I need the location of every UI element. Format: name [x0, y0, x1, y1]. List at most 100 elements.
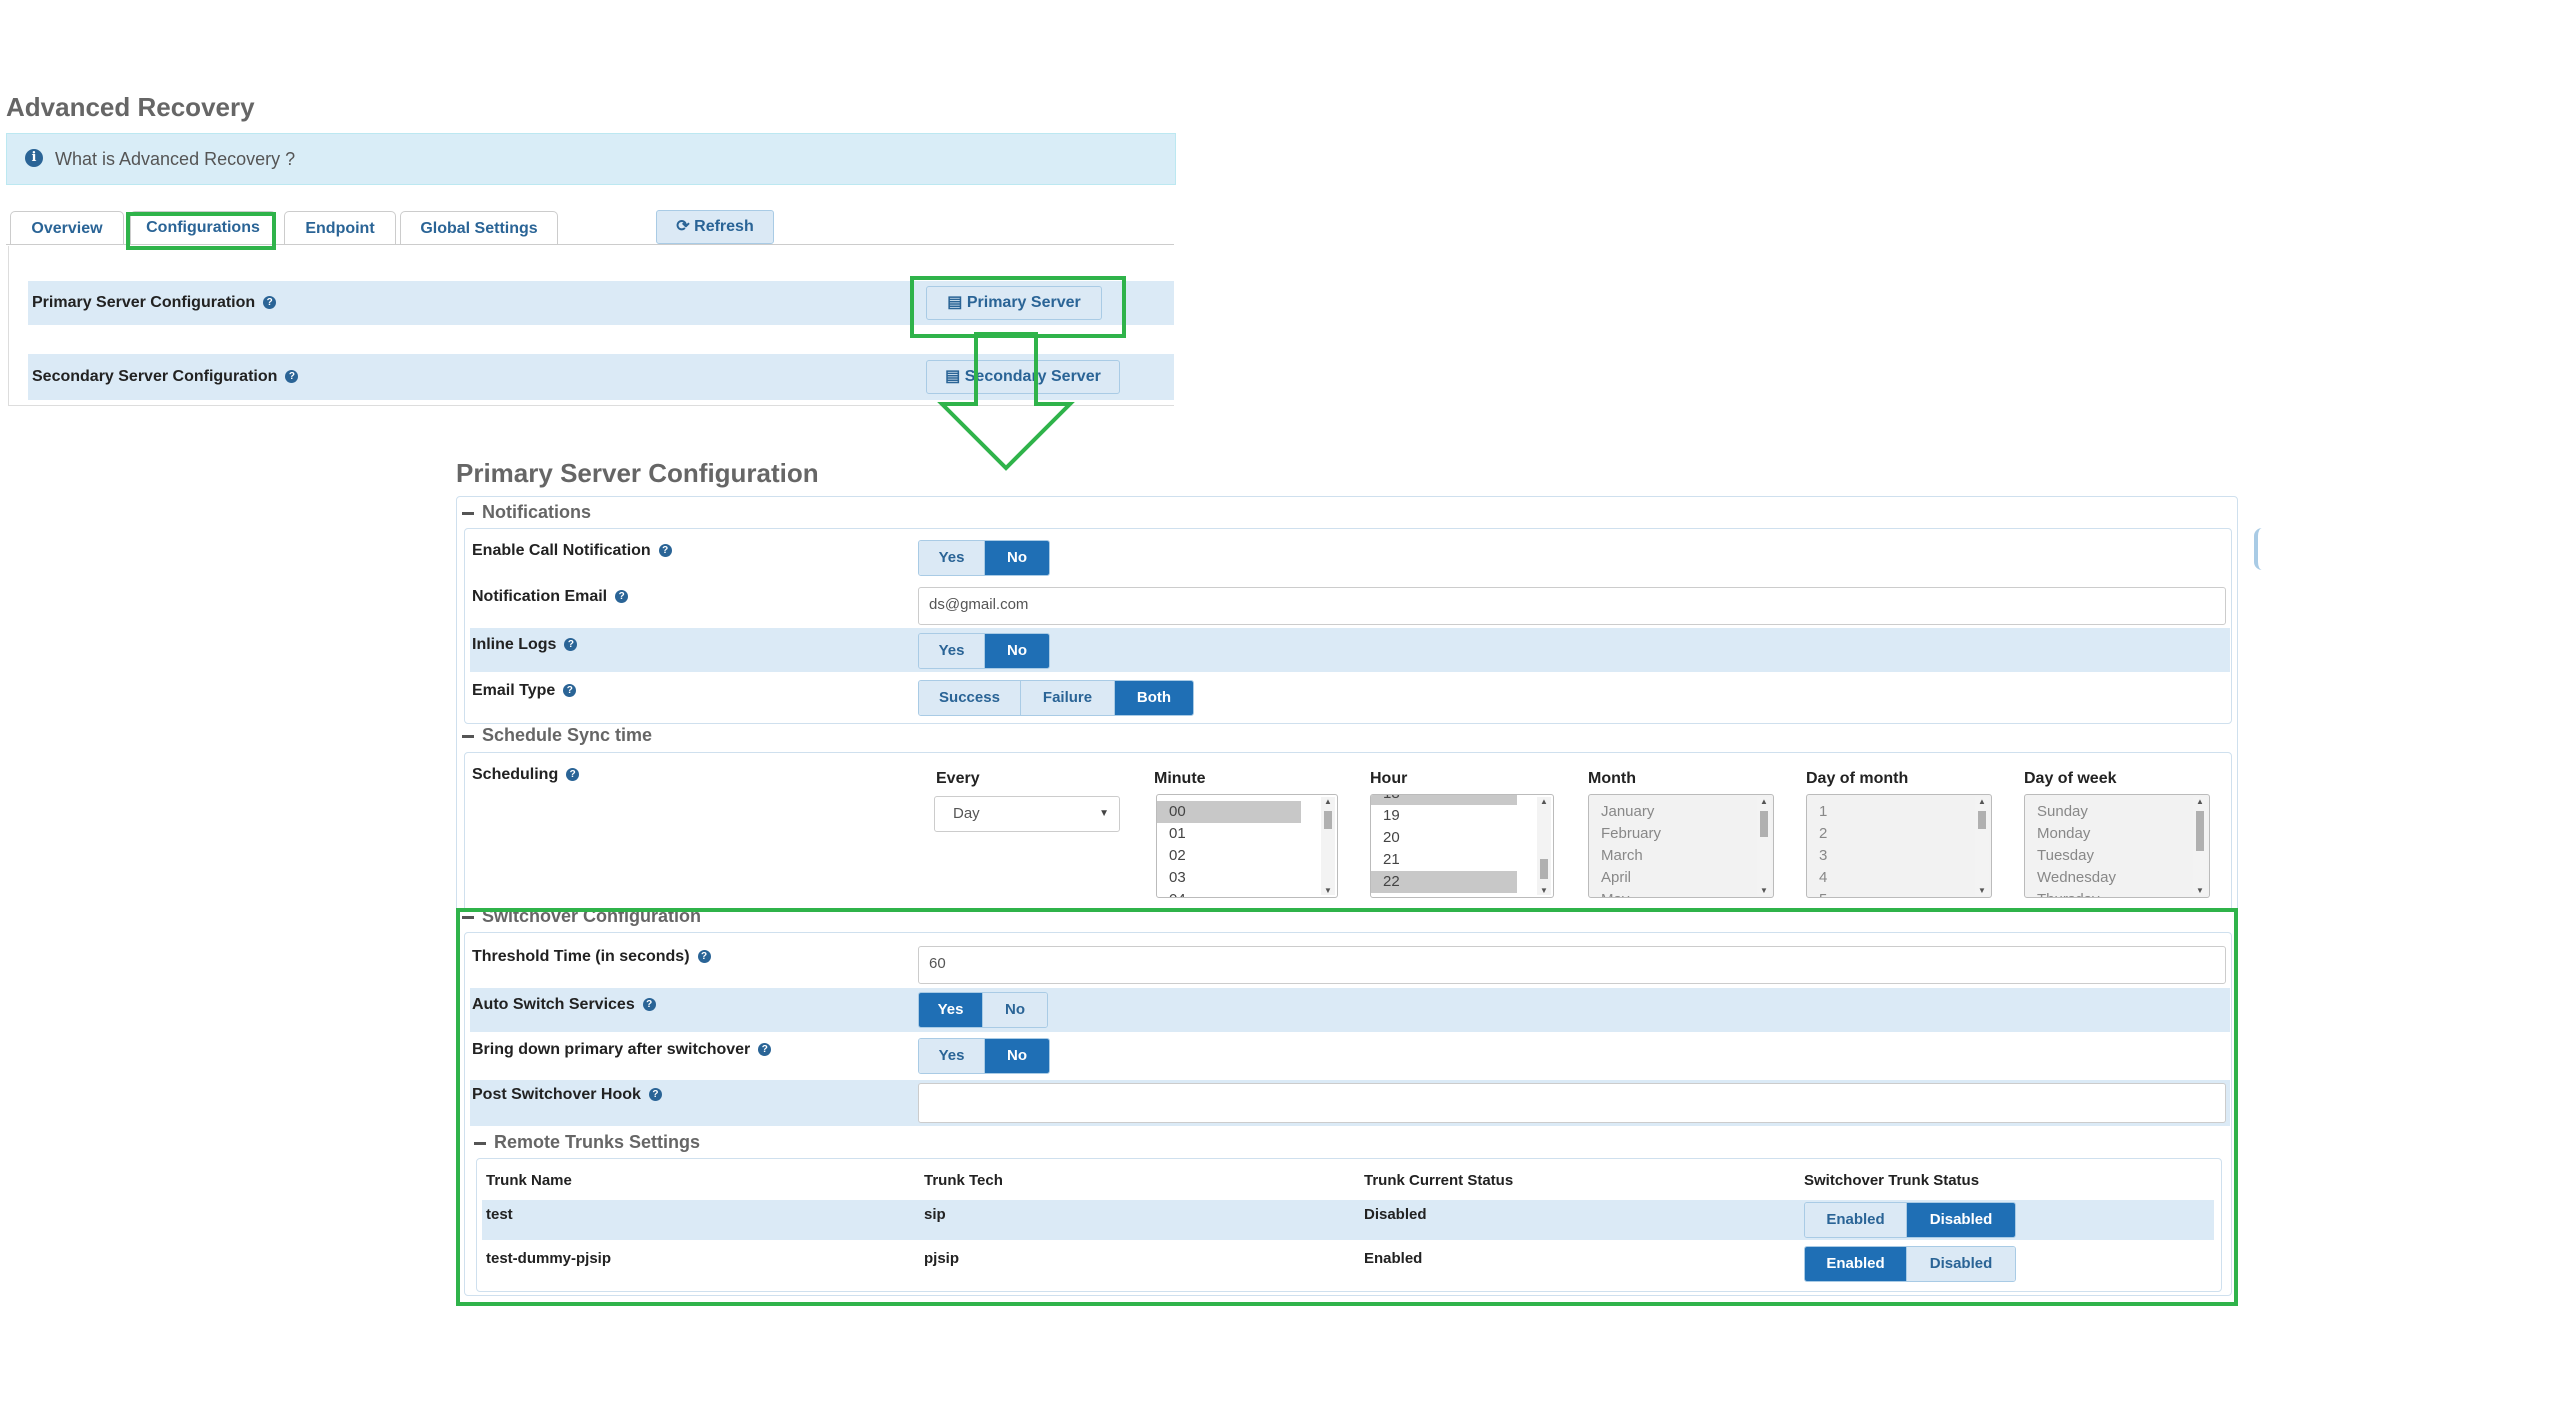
down-arrow-icon [937, 332, 1075, 471]
list-item[interactable]: April [1589, 867, 1773, 889]
enable-call-toggle[interactable]: Yes No [918, 540, 1050, 576]
notification-email-input[interactable]: ds@gmail.com [918, 587, 2226, 625]
inline-logs-toggle[interactable]: Yes No [918, 633, 1050, 669]
info-icon: i [25, 149, 43, 167]
failure-option[interactable]: Failure [1021, 681, 1115, 715]
list-item[interactable]: 01 [1157, 823, 1337, 845]
highlight-configurations-tab [126, 212, 276, 250]
list-item[interactable]: Sunday [2025, 801, 2209, 823]
inline-logs-label: Inline Logs [472, 636, 557, 653]
tab-endpoint[interactable]: Endpoint [284, 211, 396, 245]
info-link[interactable]: What is Advanced Recovery ? [55, 149, 295, 170]
email-type-label: Email Type [472, 682, 556, 699]
help-icon[interactable]: ? [285, 370, 299, 384]
list-item[interactable]: 03 [1157, 867, 1337, 889]
list-item[interactable]: 21 [1371, 849, 1553, 871]
list-item[interactable]: 22 [1371, 871, 1517, 893]
content-border-left [8, 246, 9, 406]
refresh-icon: ⟳ [676, 218, 690, 235]
scroll-down-icon: ▼ [1324, 886, 1332, 895]
scrollbar[interactable]: ▲ ▼ [1975, 797, 1989, 895]
success-option[interactable]: Success [919, 681, 1021, 715]
day-of-week-label: Day of week [2024, 770, 2117, 787]
notifications-fieldset [464, 528, 2232, 724]
notifications-heading[interactable]: Notifications [462, 502, 591, 523]
primary-config-title: Primary Server Configuration [456, 458, 819, 488]
scrollbar[interactable]: ▲ ▼ [1757, 797, 1771, 895]
list-item[interactable]: 04 [1157, 889, 1337, 897]
tab-overview[interactable]: Overview [10, 211, 124, 245]
minute-listbox[interactable]: 00 01 02 03 04 ▲▼ [1156, 794, 1338, 898]
highlight-primary-server [910, 276, 1126, 338]
scrollbar[interactable]: ▲ ▼ [1321, 797, 1335, 895]
scroll-up-icon: ▲ [1540, 797, 1548, 806]
help-icon[interactable]: ? [615, 590, 629, 604]
highlight-switchover-section [456, 908, 2238, 1306]
day-of-week-listbox[interactable]: Sunday Monday Tuesday Wednesday Thursday… [2024, 794, 2210, 898]
enable-call-label: Enable Call Notification [472, 542, 651, 559]
every-select[interactable]: Day ▼ [934, 796, 1120, 832]
secondary-config-label: Secondary Server Configuration [32, 368, 278, 385]
list-item[interactable]: 18 [1371, 795, 1517, 805]
day-of-month-listbox[interactable]: 1 2 3 4 5 ▲▼ [1806, 794, 1992, 898]
list-item[interactable]: 19 [1371, 805, 1553, 827]
every-value: Day [953, 805, 980, 822]
scroll-down-icon: ▼ [1760, 886, 1768, 895]
list-item[interactable]: March [1589, 845, 1773, 867]
info-bar[interactable]: i What is Advanced Recovery ? [6, 133, 1176, 185]
refresh-button[interactable]: ⟳ Refresh [656, 210, 774, 244]
help-icon[interactable]: ? [263, 296, 277, 310]
notification-email-label: Notification Email [472, 588, 608, 605]
help-icon[interactable]: ? [564, 638, 578, 652]
list-item[interactable]: 4 [1807, 867, 1991, 889]
hour-label: Hour [1370, 770, 1408, 787]
scroll-down-icon: ▼ [2196, 886, 2204, 895]
list-item[interactable]: 1 [1807, 801, 1991, 823]
minus-icon [462, 734, 474, 738]
chevron-down-icon: ▼ [1099, 808, 1109, 819]
help-icon[interactable]: ? [658, 544, 672, 558]
minute-label: Minute [1154, 770, 1206, 787]
side-handle[interactable] [2254, 528, 2264, 570]
list-item[interactable]: 20 [1371, 827, 1553, 849]
schedule-heading[interactable]: Schedule Sync time [462, 725, 652, 746]
list-item[interactable]: 00 [1157, 801, 1301, 823]
minus-icon [462, 511, 474, 515]
month-listbox[interactable]: January February March April May ▲▼ [1588, 794, 1774, 898]
list-item[interactable]: 5 [1807, 889, 1991, 897]
no-option[interactable]: No [985, 541, 1049, 575]
scroll-down-icon: ▼ [1540, 886, 1548, 895]
day-of-month-label: Day of month [1806, 770, 1909, 787]
list-item[interactable]: February [1589, 823, 1773, 845]
list-item[interactable]: 2 [1807, 823, 1991, 845]
yes-option[interactable]: Yes [919, 634, 985, 668]
list-item[interactable]: Monday [2025, 823, 2209, 845]
tab-global-settings[interactable]: Global Settings [400, 211, 558, 245]
scrollbar[interactable]: ▲ ▼ [1537, 797, 1551, 895]
list-item[interactable]: May [1589, 889, 1773, 897]
email-type-toggle[interactable]: Success Failure Both [918, 680, 1194, 716]
hour-listbox[interactable]: 18 19 20 21 22 ▲▼ [1370, 794, 1554, 898]
scroll-down-icon: ▼ [1978, 886, 1986, 895]
list-item[interactable]: Tuesday [2025, 845, 2209, 867]
scroll-up-icon: ▲ [1760, 797, 1768, 806]
list-item[interactable]: Wednesday [2025, 867, 2209, 889]
scroll-up-icon: ▲ [1324, 797, 1332, 806]
primary-config-label: Primary Server Configuration [32, 294, 256, 311]
refresh-label: Refresh [694, 218, 754, 235]
scroll-up-icon: ▲ [2196, 797, 2204, 806]
yes-option[interactable]: Yes [919, 541, 985, 575]
scheduling-label: Scheduling [472, 766, 559, 783]
page-title: Advanced Recovery [6, 92, 255, 122]
list-item[interactable]: January [1589, 801, 1773, 823]
list-item[interactable]: 3 [1807, 845, 1991, 867]
no-option[interactable]: No [985, 634, 1049, 668]
list-item[interactable]: Thursday [2025, 889, 2209, 897]
inline-logs-row [470, 628, 2230, 672]
list-item[interactable]: 02 [1157, 845, 1337, 867]
scrollbar[interactable]: ▲ ▼ [2193, 797, 2207, 895]
every-label: Every [936, 770, 980, 787]
both-option[interactable]: Both [1115, 681, 1193, 715]
help-icon[interactable]: ? [566, 768, 580, 782]
help-icon[interactable]: ? [563, 684, 577, 698]
